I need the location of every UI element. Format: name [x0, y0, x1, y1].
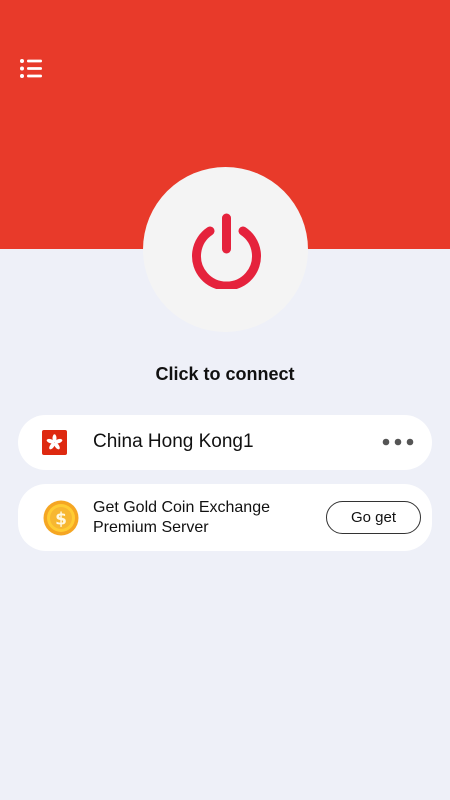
- hong-kong-flag-icon: [42, 430, 67, 455]
- promo-line-2: Premium Server: [93, 519, 209, 536]
- premium-promo-card: $ Get Gold Coin Exchange Premium Server …: [18, 484, 432, 551]
- connect-button[interactable]: [143, 167, 308, 332]
- connection-status-text: Click to connect: [155, 364, 295, 384]
- menu-button[interactable]: [18, 57, 46, 81]
- promo-text: Get Gold Coin Exchange Premium Server: [93, 498, 308, 538]
- server-name: China Hong Kong1: [93, 431, 254, 452]
- promo-line-1: Get Gold Coin Exchange: [93, 499, 270, 516]
- gold-coin-icon: $: [43, 500, 79, 536]
- svg-text:$: $: [55, 510, 67, 530]
- go-get-button[interactable]: Go get: [326, 501, 421, 534]
- power-icon: [192, 213, 261, 289]
- more-options-button[interactable]: [382, 432, 414, 452]
- more-horizontal-icon: [382, 438, 414, 446]
- list-menu-icon: [20, 59, 42, 78]
- server-selector[interactable]: China Hong Kong1: [18, 415, 432, 470]
